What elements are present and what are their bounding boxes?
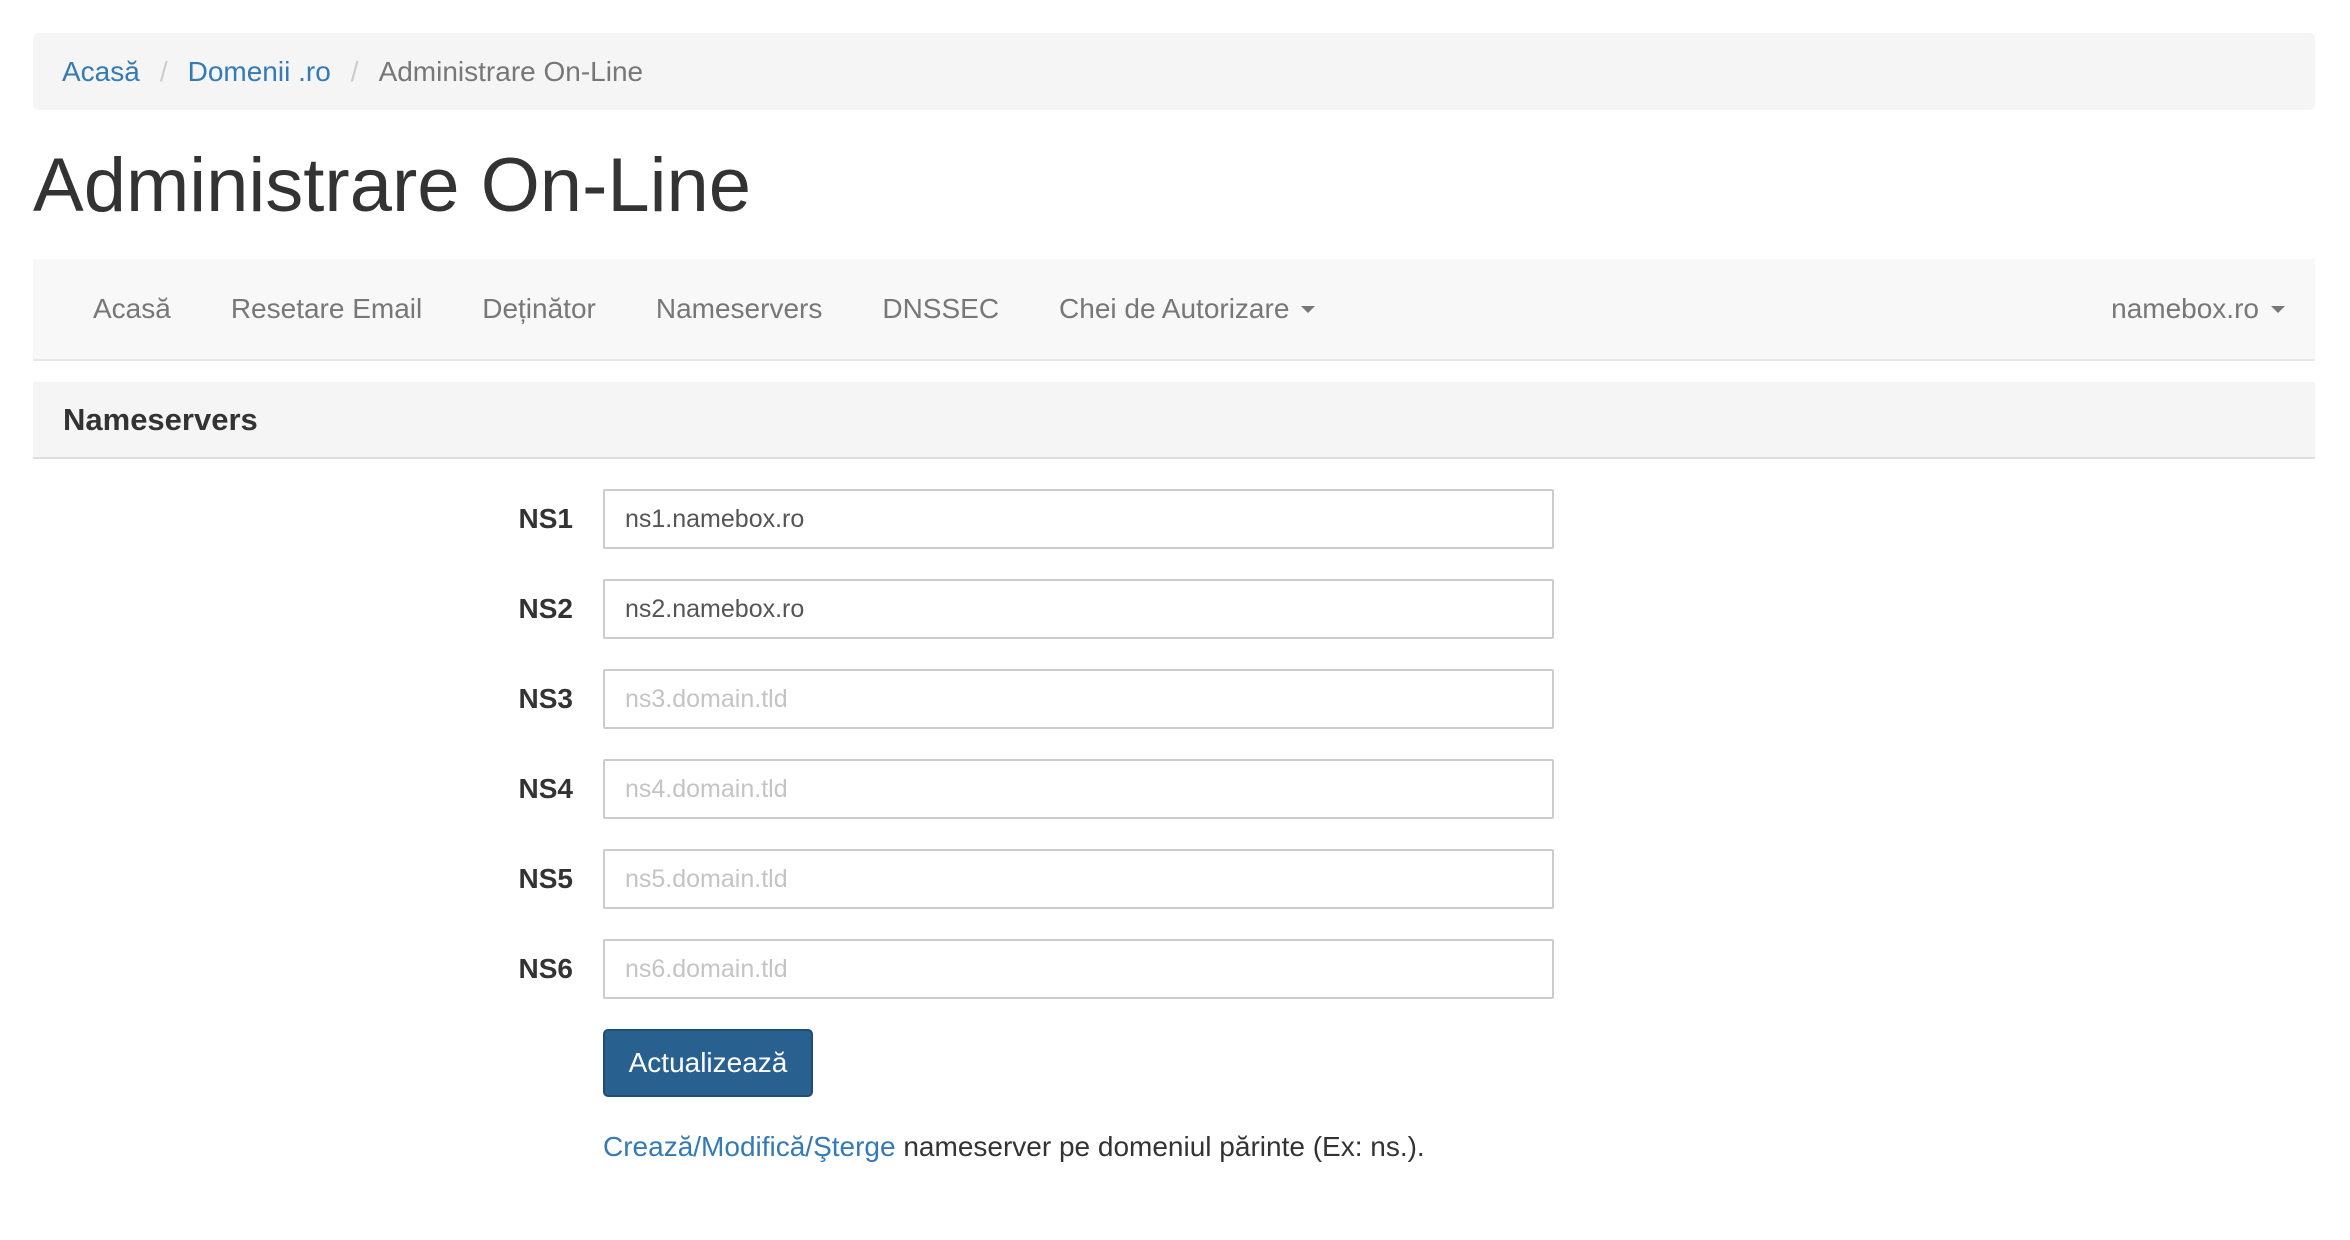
breadcrumb: Acasă / Domenii .ro / Administrare On-Li… [33, 33, 2315, 110]
help-text: Crează/Modifică/Şterge nameserver pe dom… [603, 1131, 1425, 1163]
ns5-input[interactable] [603, 849, 1554, 909]
breadcrumb-home-link[interactable]: Acasă [62, 56, 140, 88]
ns3-label: NS3 [518, 683, 573, 714]
ns4-input[interactable] [603, 759, 1554, 819]
nav-item-owner[interactable]: Deținător [452, 259, 626, 359]
update-button[interactable]: Actualizează [603, 1029, 813, 1097]
ns1-input[interactable] [603, 489, 1554, 549]
ns6-label: NS6 [518, 953, 573, 984]
panel-heading: Nameservers [33, 382, 2315, 459]
breadcrumb-domains-link[interactable]: Domenii .ro [188, 56, 331, 88]
page-title: Administrare On-Line [33, 143, 752, 228]
ns5-label: NS5 [518, 863, 573, 894]
domain-dropdown-label: namebox.ro [2111, 293, 2259, 324]
nav-item-reset-email[interactable]: Resetare Email [201, 259, 452, 359]
breadcrumb-separator: / [350, 55, 359, 87]
nav-list: Acasă Resetare Email Deținător Nameserve… [33, 259, 1345, 359]
breadcrumb-current: Administrare On-Line [378, 55, 644, 87]
nav-item-dnssec[interactable]: DNSSEC [852, 259, 1029, 359]
form-row-ns4: NS4 [0, 759, 2350, 819]
form-row-ns5: NS5 [0, 849, 2350, 909]
nav-item-auth-keys-dropdown[interactable]: Chei de Autorizare [1029, 259, 1345, 359]
breadcrumb-separator: / [159, 55, 168, 87]
nav-item-auth-keys-label: Chei de Autorizare [1059, 293, 1290, 324]
caret-down-icon [2271, 305, 2285, 313]
ns2-label: NS2 [518, 593, 573, 624]
help-text-body: nameserver pe domeniul părinte (Ex: ns.)… [895, 1131, 1425, 1162]
navbar: Acasă Resetare Email Deținător Nameserve… [33, 259, 2315, 361]
form-row-ns3: NS3 [0, 669, 2350, 729]
domain-dropdown[interactable]: namebox.ro [2111, 259, 2285, 359]
ns1-label: NS1 [518, 503, 573, 534]
nav-item-nameservers[interactable]: Nameservers [626, 259, 852, 359]
form-row-ns6: NS6 [0, 939, 2350, 999]
ns3-input[interactable] [603, 669, 1554, 729]
ns4-label: NS4 [518, 773, 573, 804]
form-row-ns2: NS2 [0, 579, 2350, 639]
ns6-input[interactable] [603, 939, 1554, 999]
caret-down-icon [1301, 305, 1316, 313]
manage-parent-nameserver-link[interactable]: Crează/Modifică/Şterge [603, 1131, 896, 1162]
nav-item-home[interactable]: Acasă [33, 259, 201, 359]
ns2-input[interactable] [603, 579, 1554, 639]
form-row-ns1: NS1 [0, 489, 2350, 549]
